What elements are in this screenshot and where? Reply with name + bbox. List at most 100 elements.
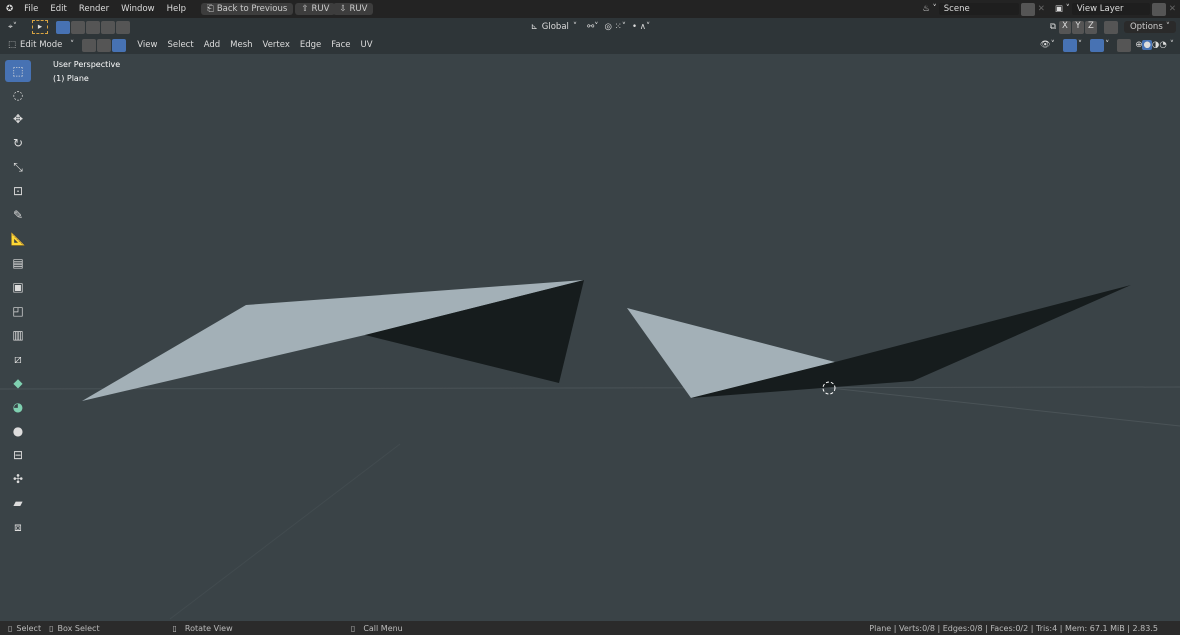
back-icon: ⎗ (207, 4, 214, 14)
loop-cut-icon: ▥ (12, 328, 24, 342)
scene-icon[interactable]: ♨ ˅ (922, 4, 937, 14)
overlay-toggle[interactable] (1090, 38, 1105, 52)
tool-smooth[interactable]: ● (5, 420, 31, 442)
select-mode-intersect[interactable] (116, 20, 130, 34)
menu-select[interactable]: Select (162, 40, 198, 50)
gizmo-toggle[interactable] (1062, 38, 1077, 52)
tool-shear[interactable]: ▰ (5, 492, 31, 514)
mouse-middle-icon: ▯ (172, 623, 177, 633)
proportional-falloff-icon[interactable]: • ∧˅ (632, 22, 650, 32)
tool-bevel[interactable]: ◰ (5, 300, 31, 322)
material-shading-icon[interactable]: ◑ (1152, 40, 1159, 50)
viewport-object-label: (1) Plane (53, 74, 89, 83)
edge-select-mode[interactable] (97, 38, 112, 52)
ruv-up-button[interactable]: ⇧ RUV (295, 3, 336, 15)
select-tool-icon[interactable]: ▸ (32, 20, 48, 34)
viewport-scene[interactable] (0, 54, 1180, 621)
tool-move[interactable]: ✥ (5, 108, 31, 130)
transform-pivot-icon[interactable]: ⌖˅ (8, 22, 32, 32)
rotate-icon: ↻ (12, 136, 24, 150)
tool-knife[interactable]: ⧄ (5, 348, 31, 370)
tool-cursor[interactable]: ◌ (5, 84, 31, 106)
menu-face[interactable]: Face (326, 40, 355, 50)
grid-x-axis (0, 386, 1180, 390)
edge-slide-icon: ⊟ (12, 448, 24, 462)
cursor-icon: ◌ (12, 88, 24, 102)
tool-inset[interactable]: ▣ (5, 276, 31, 298)
status-call-menu: Call Menu (363, 623, 403, 633)
scene-field[interactable]: Scene (938, 3, 1019, 15)
tool-measure[interactable]: 📐 (5, 228, 31, 250)
menu-add[interactable]: Add (199, 40, 225, 50)
top-bar: ✪ File Edit Render Window Help ⎗ Back to … (0, 0, 1180, 18)
menu-edge[interactable]: Edge (295, 40, 326, 50)
tool-extrude[interactable]: ▤ (5, 252, 31, 274)
tool-rip[interactable]: ⧈ (5, 516, 31, 538)
view-layer-icon[interactable]: ▣ ˅ (1055, 4, 1070, 14)
view-layer-field[interactable]: View Layer (1071, 3, 1150, 15)
editor-type-icon[interactable]: ⬚ (8, 40, 16, 50)
menu-uv[interactable]: UV (356, 40, 378, 50)
menu-view[interactable]: View (132, 40, 162, 50)
mouse-drag-icon: ▯ (49, 623, 54, 633)
wireframe-shading-icon[interactable]: ⊕ (1135, 40, 1142, 50)
scale-icon: ⤡ (13, 159, 23, 174)
delete-scene-icon[interactable]: ✕ (1038, 4, 1045, 14)
menu-file[interactable]: File (19, 4, 43, 14)
menu-help[interactable]: Help (162, 4, 191, 14)
tool-header: ⌖˅ ▸ ⊾ Global ˅ ⚯˅ ◎ ⁙˅ • ∧˅ ⧉ X Y Z Opti… (0, 18, 1180, 36)
delete-view-layer-icon[interactable]: ✕ (1169, 4, 1176, 14)
grid-line (829, 387, 1180, 427)
tool-annotate[interactable]: ✎ (5, 204, 31, 226)
status-rotate-view: Rotate View (184, 623, 233, 633)
tool-rotate[interactable]: ↻ (5, 132, 31, 154)
tool-shrink-fatten[interactable]: ✣ (5, 468, 31, 490)
mouse-right-icon: ▯ (350, 623, 356, 633)
menu-mesh[interactable]: Mesh (225, 40, 257, 50)
shading-dropdown-icon[interactable]: ˅ (1170, 40, 1174, 50)
tool-select-box[interactable]: ⬚ (5, 60, 31, 82)
blender-logo-icon[interactable]: ✪ (6, 4, 13, 14)
visibility-icon[interactable]: 👁˅ (1040, 40, 1055, 50)
face-select-mode[interactable] (112, 38, 127, 52)
mode-dropdown[interactable]: Edit Mode (20, 40, 70, 50)
menu-edit[interactable]: Edit (45, 4, 71, 14)
new-view-layer-button[interactable] (1151, 2, 1166, 16)
xray-toggle[interactable] (1117, 38, 1132, 52)
shrink-fatten-icon: ✣ (12, 472, 24, 486)
rendered-shading-icon[interactable]: ◔ (1159, 40, 1166, 50)
topology-mirror-toggle[interactable] (1103, 20, 1118, 34)
select-mode-new[interactable] (56, 20, 70, 34)
menu-vertex[interactable]: Vertex (258, 40, 295, 50)
select-mode-extend[interactable] (71, 20, 85, 34)
mirror-x-toggle[interactable]: X (1058, 20, 1071, 34)
solid-shading-icon[interactable]: ● (1142, 40, 1152, 50)
menu-render[interactable]: Render (74, 4, 114, 14)
menu-window[interactable]: Window (116, 4, 160, 14)
ruv-down-button[interactable]: ⇩ RUV (333, 3, 374, 15)
tool-poly-build[interactable]: ◆ (5, 372, 31, 394)
snap-icon[interactable]: ⚯˅ (587, 22, 598, 32)
orientation-dropdown[interactable]: Global (542, 22, 569, 32)
select-mode-invert[interactable] (101, 20, 115, 34)
tool-loop-cut[interactable]: ▥ (5, 324, 31, 346)
scene-statistics: Plane | Verts:0/8 | Edges:0/8 | Faces:0/… (869, 623, 1158, 633)
tool-spin[interactable]: ◕ (5, 396, 31, 418)
select-mode-subtract[interactable] (86, 20, 100, 34)
options-dropdown[interactable]: Options ˅ (1123, 21, 1176, 33)
tool-scale[interactable]: ⤡ (5, 156, 31, 178)
tool-shelf: ⬚ ◌ ✥ ↻ ⤡ ⊡ ✎ 📐 ▤ ▣ ◰ ▥ ⧄ ◆ ◕ ● ⊟ ✣ ▰ ⧈ (5, 60, 34, 538)
mirror-y-toggle[interactable]: Y (1071, 20, 1084, 34)
tool-transform[interactable]: ⊡ (5, 180, 31, 202)
tool-edge-slide[interactable]: ⊟ (5, 444, 31, 466)
back-to-previous-button[interactable]: ⎗ Back to Previous (201, 3, 294, 15)
mouse-left-icon: ▯ (8, 623, 13, 633)
mirror-z-toggle[interactable]: Z (1084, 20, 1097, 34)
vertex-select-mode[interactable] (82, 38, 97, 52)
extrude-icon: ▤ (12, 256, 24, 270)
proportional-icon[interactable]: ◎ ⁙˅ (605, 22, 627, 32)
new-scene-button[interactable] (1020, 2, 1035, 16)
inset-icon: ▣ (12, 280, 24, 294)
arrow-down-icon: ⇩ (339, 4, 347, 14)
status-bar: ▯ Select ▯ Box Select ▯ Rotate View ▯ Ca… (0, 621, 1180, 635)
